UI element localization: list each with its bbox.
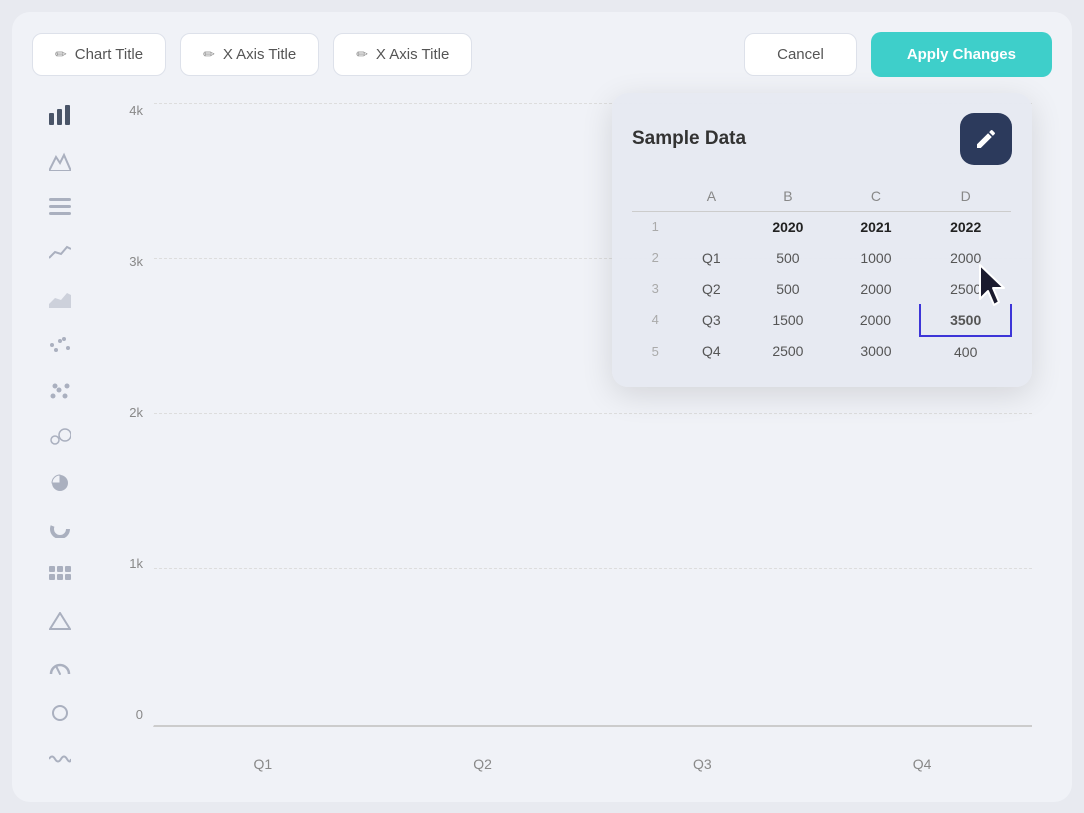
row-4-b[interactable]: 1500 <box>744 304 831 336</box>
y-axis: 4k 3k 2k 1k 0 <box>108 103 143 722</box>
x-label-q2: Q2 <box>473 756 492 772</box>
pie-icon[interactable] <box>42 465 78 501</box>
col-header-empty <box>632 181 678 212</box>
x-label-q4: Q4 <box>913 756 932 772</box>
chart-title-label: Chart Title <box>75 46 143 63</box>
panel-header: Sample Data <box>632 113 1012 165</box>
circle-icon[interactable] <box>42 695 78 731</box>
row-2-b[interactable]: 500 <box>744 242 831 273</box>
row-2-c[interactable]: 1000 <box>832 242 921 273</box>
bubble-icon[interactable] <box>42 419 78 455</box>
row-5-b[interactable]: 2500 <box>744 336 831 367</box>
y-label-4k: 4k <box>129 103 143 118</box>
row-1-c[interactable]: 2021 <box>832 211 921 242</box>
scatter-icon[interactable] <box>42 373 78 409</box>
pencil-icon-2: ✏ <box>203 46 215 63</box>
col-header-b: B <box>744 181 831 212</box>
sample-data-panel: Sample Data A B C D <box>612 93 1032 387</box>
col-header-c: C <box>832 181 921 212</box>
col-header-d: D <box>920 181 1011 212</box>
x-label-q1: Q1 <box>254 756 273 772</box>
y-label-3k: 3k <box>129 254 143 269</box>
row-1-d[interactable]: 2022 <box>920 211 1011 242</box>
mountain-chart-icon[interactable] <box>42 143 78 179</box>
row-num-3: 3 <box>632 273 678 304</box>
dots-icon[interactable] <box>42 327 78 363</box>
cancel-button[interactable]: Cancel <box>744 33 857 76</box>
chart-title-button[interactable]: ✏ Chart Title <box>32 33 166 76</box>
apply-changes-button[interactable]: Apply Changes <box>871 32 1052 77</box>
data-table: A B C D 1 2020 2021 2022 <box>632 181 1012 367</box>
row-2-d[interactable]: 2000 <box>920 242 1011 273</box>
grid-icon[interactable] <box>42 557 78 593</box>
wave-icon[interactable] <box>42 741 78 777</box>
row-2-a[interactable]: Q1 <box>678 242 744 273</box>
main-content: 4k 3k 2k 1k 0 <box>32 93 1052 782</box>
panel-title: Sample Data <box>632 128 746 150</box>
pencil-icon-3: ✏ <box>356 46 368 63</box>
triangle-icon[interactable] <box>42 603 78 639</box>
x-axis-title-button-2[interactable]: ✏ X Axis Title <box>333 33 472 76</box>
row-num-5: 5 <box>632 336 678 367</box>
line-chart-icon[interactable] <box>42 235 78 271</box>
y-label-2k: 2k <box>129 405 143 420</box>
row-5-c[interactable]: 3000 <box>832 336 921 367</box>
app-container: ✏ Chart Title ✏ X Axis Title ✏ X Axis Ti… <box>12 12 1072 802</box>
x-axis-title-label-2: X Axis Title <box>376 46 449 63</box>
row-num-1: 1 <box>632 211 678 242</box>
row-5-d[interactable]: 400 <box>920 336 1011 367</box>
row-5-a[interactable]: Q4 <box>678 336 744 367</box>
row-4-c[interactable]: 2000 <box>832 304 921 336</box>
x-axis: Q1 Q2 Q3 Q4 <box>153 756 1032 772</box>
chart-area: 4k 3k 2k 1k 0 <box>88 93 1052 782</box>
gauge-icon[interactable] <box>42 649 78 685</box>
row-3-a[interactable]: Q2 <box>678 273 744 304</box>
row-1-b[interactable]: 2020 <box>744 211 831 242</box>
pencil-icon: ✏ <box>55 46 67 63</box>
row-4-d-highlighted[interactable]: 3500 <box>920 304 1011 336</box>
row-num-4: 4 <box>632 304 678 336</box>
table-row: 2 Q1 500 1000 2000 <box>632 242 1011 273</box>
row-num-2: 2 <box>632 242 678 273</box>
donut-icon[interactable] <box>42 511 78 547</box>
x-axis-title-button-1[interactable]: ✏ X Axis Title <box>180 33 319 76</box>
top-bar: ✏ Chart Title ✏ X Axis Title ✏ X Axis Ti… <box>32 32 1052 77</box>
row-1-a <box>678 211 744 242</box>
col-header-a: A <box>678 181 744 212</box>
row-3-d[interactable]: 2500 <box>920 273 1011 304</box>
row-3-c[interactable]: 2000 <box>832 273 921 304</box>
sidebar <box>32 93 88 782</box>
area-chart-icon[interactable] <box>42 281 78 317</box>
x-axis-title-label-1: X Axis Title <box>223 46 296 63</box>
table-row: 5 Q4 2500 3000 400 <box>632 336 1011 367</box>
table-row: 1 2020 2021 2022 <box>632 211 1011 242</box>
list-icon[interactable] <box>42 189 78 225</box>
bar-chart-icon[interactable] <box>42 97 78 133</box>
panel-edit-button[interactable] <box>960 113 1012 165</box>
row-3-b[interactable]: 500 <box>744 273 831 304</box>
row-4-a[interactable]: Q3 <box>678 304 744 336</box>
x-label-q3: Q3 <box>693 756 712 772</box>
y-label-1k: 1k <box>129 556 143 571</box>
table-row: 4 Q3 1500 2000 3500 <box>632 304 1011 336</box>
table-row: 3 Q2 500 2000 2500 <box>632 273 1011 304</box>
y-label-0: 0 <box>136 707 143 722</box>
